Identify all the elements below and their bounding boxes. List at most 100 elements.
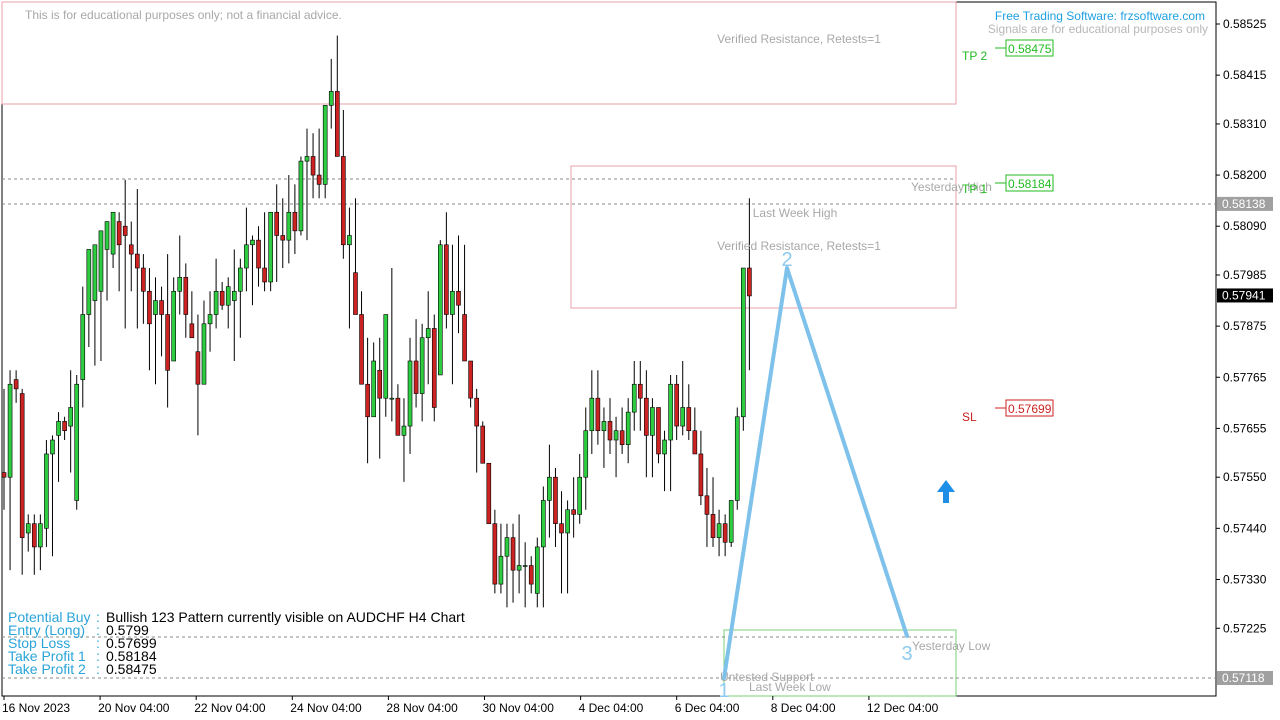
candle-body-bear bbox=[686, 407, 692, 432]
tp2-label: TP 2 bbox=[962, 49, 987, 63]
candle-body-bull bbox=[401, 425, 407, 436]
candle-body-bear bbox=[292, 211, 298, 232]
candle-body-bear bbox=[1, 472, 7, 478]
candle-body-bear bbox=[128, 244, 134, 255]
candle-body-bear bbox=[395, 397, 401, 436]
resistance-label-lower: Verified Resistance, Retests=1 bbox=[717, 239, 881, 253]
candle-body-bull bbox=[583, 430, 589, 478]
candle-body-bull bbox=[734, 416, 740, 501]
candle-body-bull bbox=[328, 91, 334, 106]
brand-text: Free Trading Software: frzsoftware.com bbox=[995, 9, 1205, 23]
price-tick-label: 0.57330 bbox=[1223, 572, 1267, 586]
price-tick-label: 0.57655 bbox=[1223, 421, 1267, 435]
price-tick-label: 0.58200 bbox=[1223, 168, 1267, 182]
candle-body-bear bbox=[480, 425, 486, 464]
candle-body-bear bbox=[710, 514, 716, 538]
candle-body-bear bbox=[456, 290, 461, 306]
candle-body-bear bbox=[486, 462, 492, 524]
candle-body-bear bbox=[359, 314, 364, 385]
candle-body-bear bbox=[62, 421, 67, 432]
candle-body-bull bbox=[44, 453, 49, 529]
candle-body-bull bbox=[286, 211, 292, 241]
price-chart[interactable]: 1 2 3 Verified Resistance, Retests=1 Las… bbox=[0, 0, 1280, 720]
candle-body-bear bbox=[637, 383, 643, 399]
price-tick-label: 0.57225 bbox=[1223, 621, 1267, 635]
disclaimer-text: This is for educational purposes only; n… bbox=[25, 8, 342, 22]
candle-body-bear bbox=[183, 277, 189, 315]
candle-body-bull bbox=[389, 397, 395, 400]
candle-body-bull bbox=[50, 439, 55, 455]
plot-area bbox=[1, 1, 1217, 697]
time-tick-label: 30 Nov 04:00 bbox=[483, 701, 555, 715]
resistance-label-upper: Verified Resistance, Retests=1 bbox=[717, 32, 881, 46]
candle-body-bear bbox=[510, 537, 516, 571]
candle-body-bear bbox=[135, 253, 140, 269]
candle-body-bull bbox=[347, 235, 352, 246]
candle-body-bull bbox=[153, 300, 158, 315]
candle-body-bear bbox=[747, 267, 752, 297]
time-tick-label: 12 Dec 04:00 bbox=[867, 701, 939, 715]
info-sep-4: : bbox=[96, 661, 100, 677]
candle-body-bull bbox=[680, 407, 686, 427]
candle-body-bear bbox=[262, 267, 267, 283]
candle-body-bear bbox=[619, 430, 625, 445]
candle-body-bull bbox=[231, 290, 237, 301]
candle-body-bull bbox=[547, 476, 552, 501]
candle-body-bull bbox=[244, 244, 249, 269]
candle-body-bull bbox=[98, 230, 104, 292]
candle-body-bull bbox=[438, 244, 443, 376]
candle-body-bull bbox=[650, 407, 655, 436]
price-axis: 0.58525 0.58415 0.58310 0.58200 0.58090 0.579… bbox=[1216, 17, 1267, 635]
candle-body-bear bbox=[553, 476, 558, 524]
candle-body-bull bbox=[238, 267, 243, 292]
candle-body-bear bbox=[431, 328, 437, 408]
candle bbox=[728, 500, 734, 547]
candle-body-bull bbox=[668, 383, 673, 441]
candle-body-bull bbox=[425, 328, 431, 339]
candle-body-bull bbox=[577, 476, 583, 515]
candle-body-bull bbox=[565, 509, 570, 534]
candle-body-bear bbox=[316, 174, 322, 185]
candle-body-bull bbox=[741, 267, 746, 418]
candle-body-bull bbox=[601, 421, 607, 432]
candle-body-bear bbox=[528, 565, 534, 585]
sl-label: SL bbox=[962, 410, 977, 424]
candle-body-bull bbox=[7, 383, 13, 478]
candle-body-bull bbox=[225, 286, 231, 306]
candle bbox=[480, 421, 486, 464]
candle-body-bull bbox=[541, 500, 546, 548]
candle-body-bear bbox=[147, 290, 152, 325]
candle bbox=[438, 240, 443, 376]
candle-body-bear bbox=[444, 244, 449, 315]
time-tick-label: 16 Nov 2023 bbox=[2, 701, 70, 715]
candle-body-bear bbox=[365, 383, 370, 418]
candle-body-bull bbox=[716, 523, 722, 538]
candle-body-bear bbox=[656, 407, 661, 455]
price-tick-label: 0.57550 bbox=[1223, 470, 1267, 484]
candle-body-bull bbox=[201, 323, 207, 385]
candle-body-bull bbox=[625, 411, 631, 445]
candle-body-bull bbox=[631, 383, 637, 413]
candle-body-bear bbox=[31, 523, 37, 548]
candle-body-bull bbox=[68, 407, 73, 427]
last-week-high-label: Last Week High bbox=[753, 206, 838, 220]
price-tag-current: 0.57941 bbox=[1222, 288, 1266, 302]
candle-body-bull bbox=[304, 156, 310, 162]
candle-body-bear bbox=[122, 225, 128, 236]
candle-body-bull bbox=[92, 244, 98, 301]
price-tick-label: 0.57875 bbox=[1223, 319, 1267, 333]
candle-body-bull bbox=[298, 160, 304, 232]
candle-body-bear bbox=[377, 369, 383, 399]
price-tick-label: 0.58525 bbox=[1223, 17, 1267, 31]
candle-body-bear bbox=[219, 290, 225, 306]
candle-body-bear bbox=[674, 383, 679, 427]
candle bbox=[486, 462, 492, 524]
time-tick-label: 4 Dec 04:00 bbox=[579, 701, 644, 715]
candle-body-bull bbox=[504, 537, 510, 557]
candle-body-bull bbox=[407, 360, 413, 427]
candle-body-bear bbox=[559, 523, 564, 534]
info-value-4: 0.58475 bbox=[106, 661, 157, 677]
candle-body-bull bbox=[56, 421, 61, 436]
candle-body-bear bbox=[310, 156, 316, 176]
candle-body-bull bbox=[728, 500, 734, 543]
